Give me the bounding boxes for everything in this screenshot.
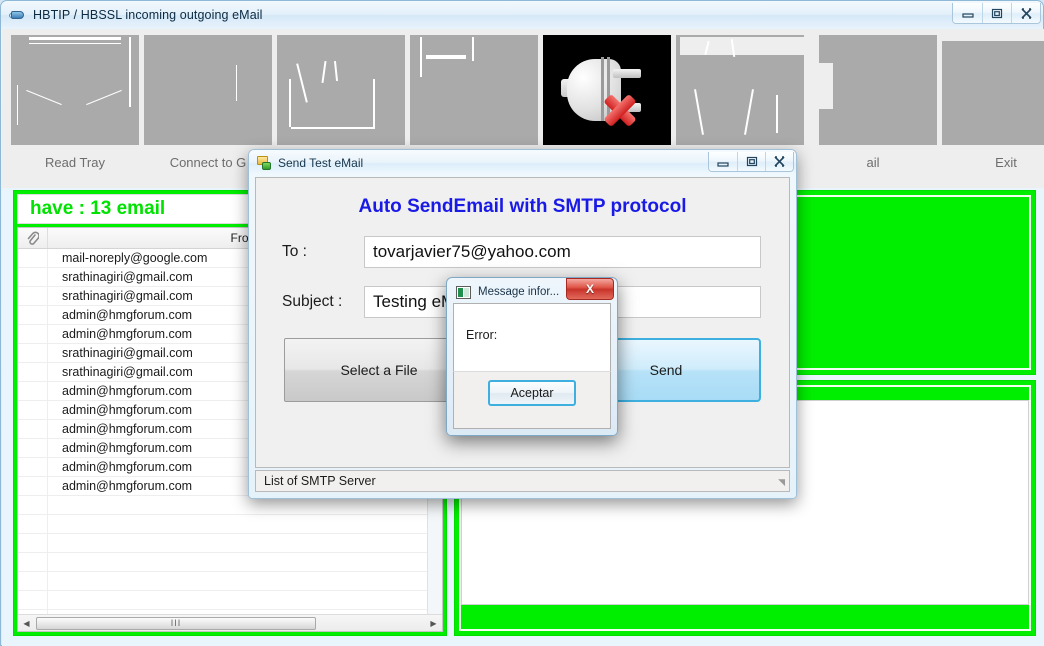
minimize-button[interactable] xyxy=(953,3,982,23)
from-cell xyxy=(48,591,442,609)
exit-icon xyxy=(942,35,1044,145)
window-title: HBTIP / HBSSL incoming outgoing eMail xyxy=(33,8,263,22)
from-cell xyxy=(48,534,442,552)
attachment-cell xyxy=(18,363,48,381)
send-mail-icon xyxy=(256,155,272,171)
attachment-cell xyxy=(18,591,48,609)
send-dialog-close-button[interactable] xyxy=(765,152,793,171)
attachment-cell xyxy=(18,306,48,324)
window-controls xyxy=(952,3,1041,24)
close-button[interactable] xyxy=(1011,3,1040,23)
attachment-cell xyxy=(18,496,48,514)
scroll-left-arrow[interactable]: ◀ xyxy=(18,615,35,631)
accept-button[interactable]: Aceptar xyxy=(488,380,576,406)
attachment-cell xyxy=(18,382,48,400)
title-bar: HBTIP / HBSSL incoming outgoing eMail xyxy=(1,1,1043,29)
attachment-cell xyxy=(18,249,48,267)
send-dialog-title-bar: Send Test eMail xyxy=(249,150,796,175)
message-box-title: Message infor... xyxy=(478,286,560,298)
to-input[interactable]: tovarjavier75@yahoo.com xyxy=(364,236,761,268)
attachment-cell xyxy=(18,458,48,476)
attachment-cell xyxy=(18,268,48,286)
attachment-cell xyxy=(18,515,48,533)
send-dialog-window-controls xyxy=(708,152,794,172)
printer-icon xyxy=(676,35,804,145)
toolbar-button-exit[interactable]: Exit xyxy=(942,29,1044,188)
attachment-cell xyxy=(18,534,48,552)
attachment-cell xyxy=(18,572,48,590)
send-dialog-restore-button[interactable] xyxy=(737,152,765,171)
message-information-dialog: Message infor... X Error: Aceptar xyxy=(446,277,618,436)
table-row[interactable] xyxy=(18,572,442,591)
message-box-text: Error: xyxy=(466,328,498,342)
connect-icon xyxy=(144,35,272,145)
send-dialog-status-bar: List of SMTP Server ◥ xyxy=(255,470,790,492)
message-box-footer: Aceptar xyxy=(453,371,611,429)
restore-button[interactable] xyxy=(982,3,1011,23)
attachment-cell xyxy=(18,477,48,495)
disconnect-plug-icon xyxy=(543,35,671,145)
smtp-server-list-label: List of SMTP Server xyxy=(264,474,376,488)
toolbar-button-read-tray[interactable]: Read Tray xyxy=(11,29,139,188)
to-label: To : xyxy=(282,243,307,260)
attachment-cell xyxy=(18,439,48,457)
attachment-cell xyxy=(18,325,48,343)
mail-count-label: have : 13 email xyxy=(30,198,166,219)
resize-grip-icon[interactable]: ◥ xyxy=(778,477,785,488)
message-info-icon xyxy=(456,285,471,299)
from-cell xyxy=(48,553,442,571)
message-box-close-button[interactable]: X xyxy=(566,278,614,300)
tray-icon xyxy=(11,35,139,145)
attachment-cell xyxy=(18,344,48,362)
document-icon xyxy=(410,35,538,145)
table-row[interactable] xyxy=(18,553,442,572)
mailbox-icon xyxy=(277,35,405,145)
toolbar-label: Exit xyxy=(995,155,1017,170)
toolbar-button-send-test-email[interactable]: ail xyxy=(809,29,937,188)
to-field-row: To : tovarjavier75@yahoo.com xyxy=(256,236,789,268)
table-row[interactable] xyxy=(18,534,442,553)
send-dialog-minimize-button[interactable] xyxy=(709,152,737,171)
table-row[interactable] xyxy=(18,591,442,610)
from-cell xyxy=(48,515,442,533)
list-horizontal-scrollbar[interactable]: ◀ III ▶ xyxy=(18,614,442,631)
send-dialog-heading: Auto SendEmail with SMTP protocol xyxy=(358,196,687,217)
mail-globe-icon xyxy=(9,7,27,23)
scroll-right-arrow[interactable]: ▶ xyxy=(425,615,442,631)
main-window: HBTIP / HBSSL incoming outgoing eMail Re… xyxy=(0,0,1044,646)
attachment-cell xyxy=(18,420,48,438)
send-dialog-title: Send Test eMail xyxy=(278,155,364,170)
attachment-icon xyxy=(18,228,48,248)
attachment-cell xyxy=(18,553,48,571)
table-row[interactable] xyxy=(18,515,442,534)
attachment-cell xyxy=(18,401,48,419)
from-cell xyxy=(48,572,442,590)
toolbar-label: ail xyxy=(866,155,880,170)
attachment-cell xyxy=(18,287,48,305)
send-mail-icon xyxy=(809,35,937,145)
subject-label: Subject : xyxy=(282,293,343,310)
message-box-body: Error: xyxy=(453,303,611,371)
message-box-title-bar: Message infor... X xyxy=(450,278,614,303)
scrollbar-thumb[interactable]: III xyxy=(36,616,316,630)
toolbar-label: Connect to G xyxy=(169,155,247,170)
toolbar-label: Read Tray xyxy=(45,155,105,170)
